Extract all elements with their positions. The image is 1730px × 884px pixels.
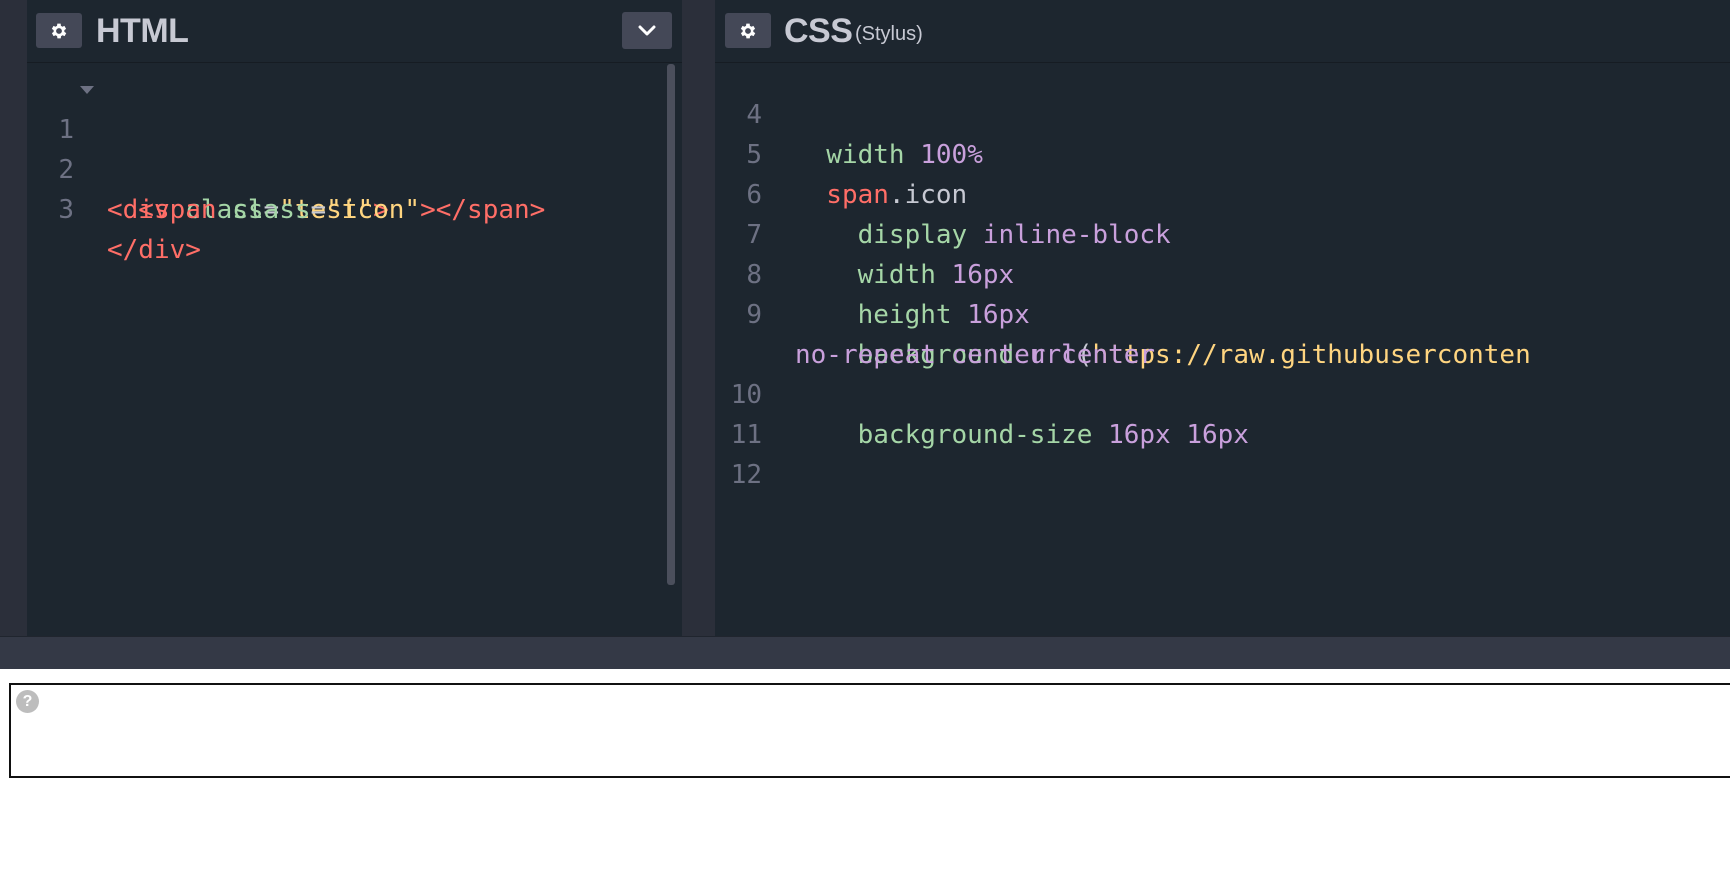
code-line: 5 span.icon	[715, 95, 1730, 210]
line-number: 3	[58, 195, 74, 225]
chevron-down-icon	[638, 25, 656, 35]
code-token: =	[310, 195, 327, 225]
code-line: 12	[715, 415, 1730, 490]
css-preprocessor-label: (Stylus)	[855, 23, 923, 45]
code-token: ></span>	[420, 195, 546, 225]
editor-area: HTML 1 <div class="test"> 2 <span class=…	[0, 0, 1730, 636]
css-settings-button[interactable]	[725, 13, 771, 48]
html-editor-pane: HTML 1 <div class="test"> 2 <span class=…	[27, 0, 682, 636]
code-line: 3 </div>	[27, 150, 682, 265]
line-number: 12	[730, 460, 762, 490]
css-pane-header: CSS (Stylus)	[715, 0, 1730, 62]
html-settings-button[interactable]	[36, 13, 82, 48]
html-pane-header: HTML	[27, 0, 682, 62]
code-line: 8 height 16px	[715, 215, 1730, 330]
code-text: <span class="icon"></span>	[107, 190, 545, 230]
gear-icon	[51, 23, 67, 38]
preview-frame[interactable]: ?	[9, 683, 1730, 778]
css-editor-pane: 4 width 100% 5 span.icon 6 display inlin…	[715, 0, 1730, 636]
code-line: 2 <span class="icon"></span>	[27, 110, 682, 225]
question-circle-icon: ?	[16, 690, 39, 713]
code-line: 11	[715, 375, 1730, 450]
preview-resize-bar[interactable]	[0, 636, 1730, 669]
code-line: 1 <div class="test">	[27, 70, 682, 225]
code-token: class	[216, 195, 311, 225]
code-line: 10 background-size 16px 16px	[715, 335, 1730, 450]
code-line: 7 width 16px	[715, 175, 1730, 290]
css-code-editor[interactable]: 4 width 100% 5 span.icon 6 display inlin…	[715, 55, 1730, 490]
html-collapse-button[interactable]	[622, 12, 672, 49]
code-line: 6 display inline-block	[715, 135, 1730, 250]
css-pane-title: CSS	[784, 12, 853, 50]
code-token: "icon"	[326, 195, 421, 225]
code-text: </div>	[107, 230, 201, 270]
html-pane-title: HTML	[96, 12, 189, 50]
html-editor-scrollbar[interactable]	[667, 64, 675, 585]
pane-divider[interactable]	[682, 0, 715, 636]
gear-icon	[740, 23, 756, 38]
code-line: 9 background url(https://raw.githubuserc…	[715, 255, 1730, 370]
code-token: </div>	[107, 235, 201, 265]
code-line-wrapped: no-repeat center center	[715, 295, 1730, 370]
fold-arrow-icon[interactable]	[80, 86, 94, 94]
html-code-editor[interactable]: 1 <div class="test"> 2 <span class="icon…	[27, 70, 682, 265]
left-gutter	[0, 0, 27, 636]
